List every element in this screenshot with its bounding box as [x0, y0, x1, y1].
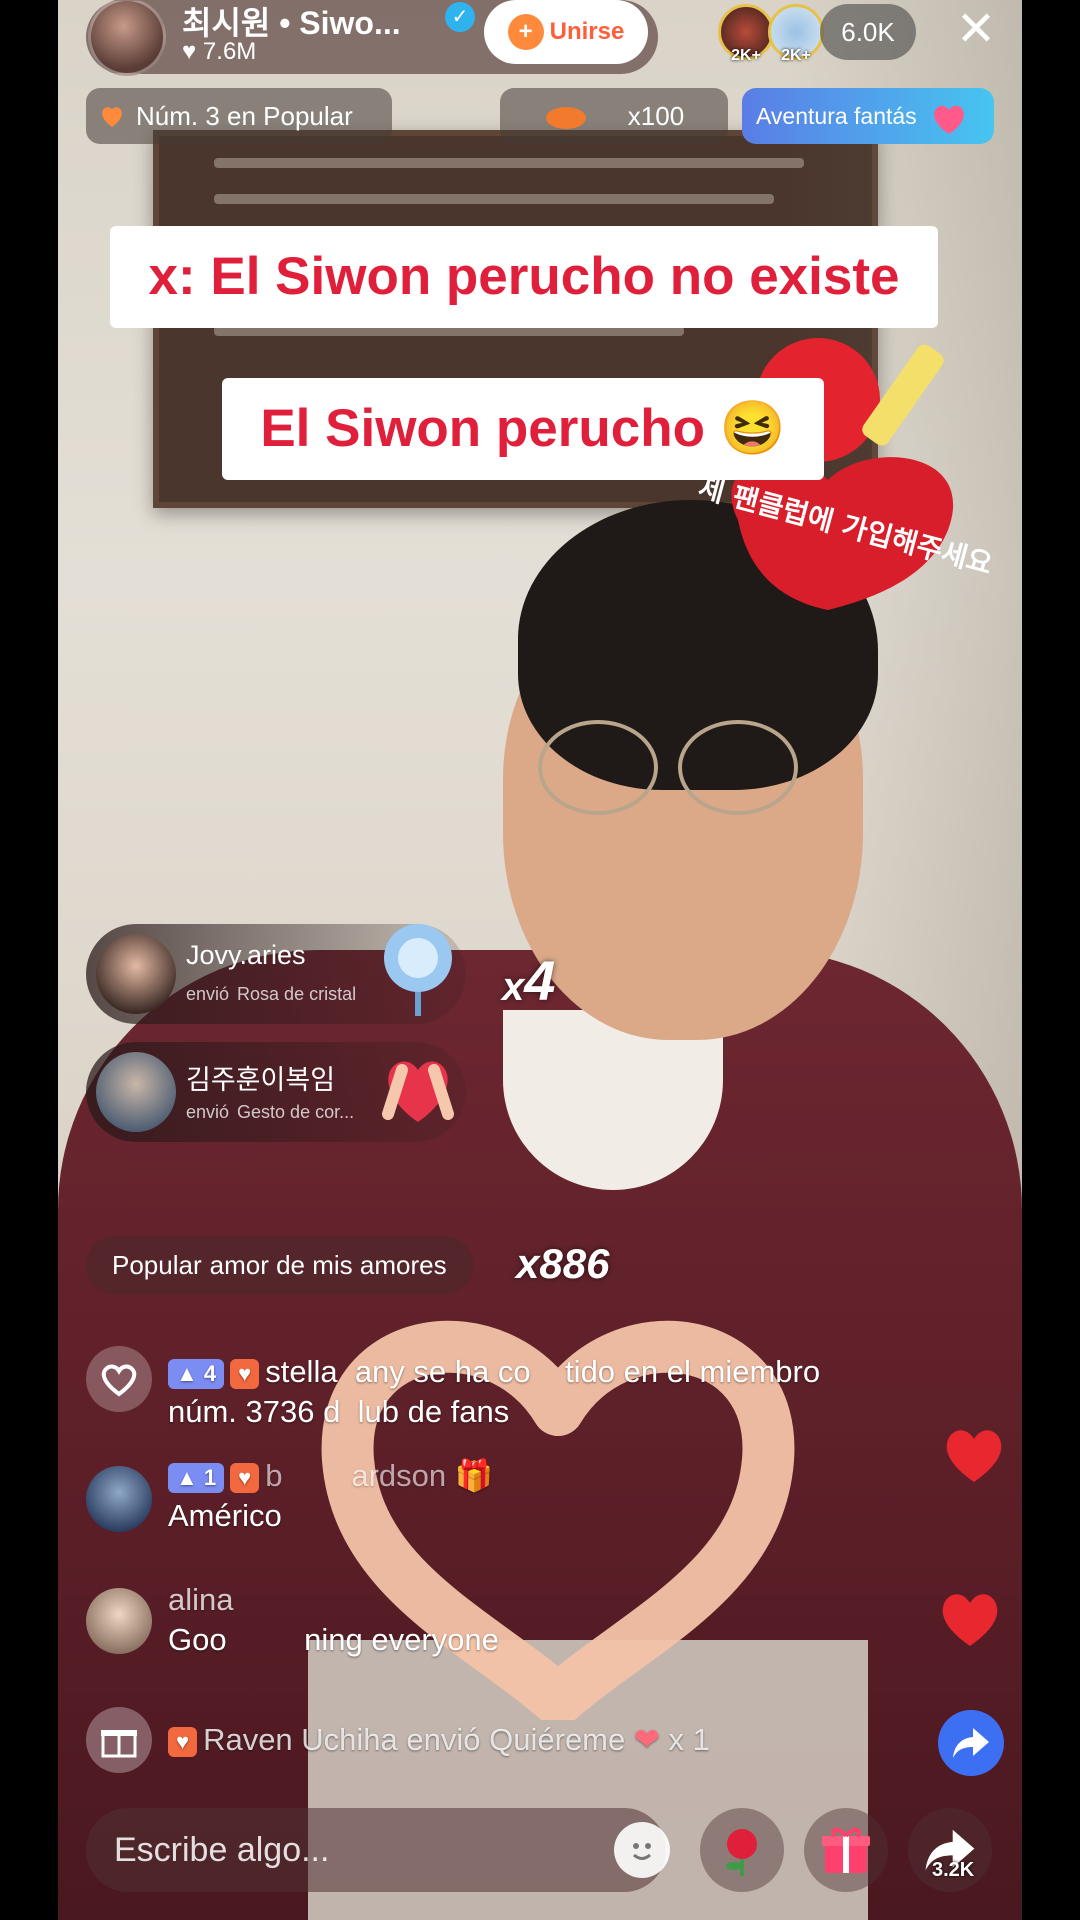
live-stream-screen: 제 팬클럽에 가입해주세요 최시원 • Siwo... ✓ ♥ 7.6M + U…: [0, 0, 1080, 1920]
multiplier-chip[interactable]: x100: [500, 88, 728, 144]
share-icon[interactable]: [938, 1710, 1004, 1776]
join-button[interactable]: + Unirse: [484, 0, 648, 64]
chat-user-avatar[interactable]: [86, 1466, 152, 1532]
gift-verb: envió: [186, 984, 230, 1004]
gift-heart-icon: ❤: [633, 1722, 660, 1757]
viewer-count[interactable]: 6.0K: [820, 4, 916, 60]
fan-badge-icon: ♥: [168, 1726, 198, 1757]
level-badge: ▲ 4: [168, 1358, 225, 1389]
gift-box-icon[interactable]: [86, 1707, 152, 1773]
join-label: Unirse: [549, 18, 625, 45]
gift-count: 4: [524, 949, 556, 1012]
emoji-icon[interactable]: [614, 1822, 670, 1878]
ranking-chip[interactable]: Núm. 3 en Popular: [86, 88, 392, 144]
top-viewer-avatar[interactable]: 2K+: [768, 4, 824, 64]
multiplier-label: x100: [627, 100, 685, 131]
share-count: 3.2K: [932, 1859, 975, 1881]
fan-badge-icon: ♥: [230, 1358, 260, 1389]
popular-title: amor de mis amores: [209, 1249, 447, 1280]
popular-count: x886: [516, 1240, 610, 1287]
gift-sender-avatar[interactable]: [96, 934, 176, 1014]
caption-line-1: x: El Siwon perucho no existe: [110, 226, 938, 328]
caption-line-2: El Siwon perucho 😆: [222, 378, 824, 480]
gift-banner[interactable]: 김주훈이복임 envió Gesto de cor...: [86, 1042, 466, 1142]
gift-box-icon: 🎁: [454, 1458, 494, 1493]
close-icon[interactable]: ✕: [950, 4, 1002, 56]
fan-badge-icon: ♥: [230, 1462, 260, 1493]
fanclub-heart-sticker: 제 팬클럽에 가입해주세요: [695, 338, 996, 610]
flame-heart-icon: [102, 107, 122, 127]
verified-badge-icon: ✓: [445, 2, 475, 32]
fanclub-heart-icon: [86, 1346, 152, 1412]
host-likes: ♥ 7.6M: [182, 38, 256, 66]
crystal-rose-icon: [384, 924, 452, 1016]
gift-description: envió Rosa de cristal: [186, 984, 356, 1005]
comment-placeholder: Escribe algo...: [114, 1831, 330, 1869]
gift-event-message: ♥ Raven Uchiha envió Quiéreme ❤ x 1: [168, 1720, 948, 1760]
likes-count: 7.6M: [202, 38, 257, 65]
gift-cloud-icon: [545, 107, 586, 129]
popular-gift-bar[interactable]: Popular amor de mis amores: [86, 1236, 473, 1294]
rose-icon: [726, 1829, 757, 1876]
gift-banner[interactable]: Jovy.aries envió Rosa de cristal: [86, 924, 466, 1024]
popular-label: Popular: [112, 1249, 202, 1280]
like-heart-icon: [942, 1594, 998, 1646]
gift-sender-avatar[interactable]: [96, 1052, 176, 1132]
viewer-badge: 2K+: [731, 47, 761, 64]
heart-hands-gift-icon: [382, 1061, 454, 1122]
comment-input[interactable]: Escribe algo...: [86, 1808, 666, 1892]
gift-sender-name: 김주훈이복임: [186, 1065, 336, 1095]
top-viewer-avatar[interactable]: 2K+: [718, 4, 774, 64]
heart-icon: ♥: [182, 38, 197, 65]
viewer-badge: 2K+: [781, 47, 811, 64]
chat-message: alina Goo ning everyone: [168, 1582, 499, 1657]
gift-description: envió Gesto de cor...: [186, 1102, 354, 1123]
gift-verb: envió: [186, 1102, 230, 1122]
chat-message: ▲ 1 ♥ b ardson 🎁 Américo: [168, 1458, 494, 1533]
gift-icon: [822, 1827, 870, 1873]
gift-sender-name: Jovy.aries: [186, 940, 306, 970]
level-badge: ▲ 1: [168, 1462, 225, 1493]
gift-name: Rosa de cristal: [237, 984, 357, 1004]
host-avatar[interactable]: [88, 0, 166, 76]
adventure-label: Aventura fantás: [756, 102, 917, 129]
chat-message: ▲ 4 ♥ stella any se ha co tido en el miemb…: [168, 1354, 821, 1429]
add-heart-icon: +: [507, 14, 544, 50]
gift-multiplier: x4: [502, 949, 556, 1012]
gift-name: Gesto de cor...: [237, 1102, 355, 1122]
like-heart-icon: [946, 1430, 1002, 1482]
rose-gift-button[interactable]: [700, 1808, 784, 1892]
adventure-chip[interactable]: Aventura fantás: [742, 88, 994, 144]
chat-user-avatar[interactable]: [86, 1588, 152, 1654]
ranking-label: Núm. 3 en Popular: [136, 100, 353, 131]
gift-hearts-icon: [933, 105, 964, 134]
gift-button[interactable]: [804, 1808, 888, 1892]
